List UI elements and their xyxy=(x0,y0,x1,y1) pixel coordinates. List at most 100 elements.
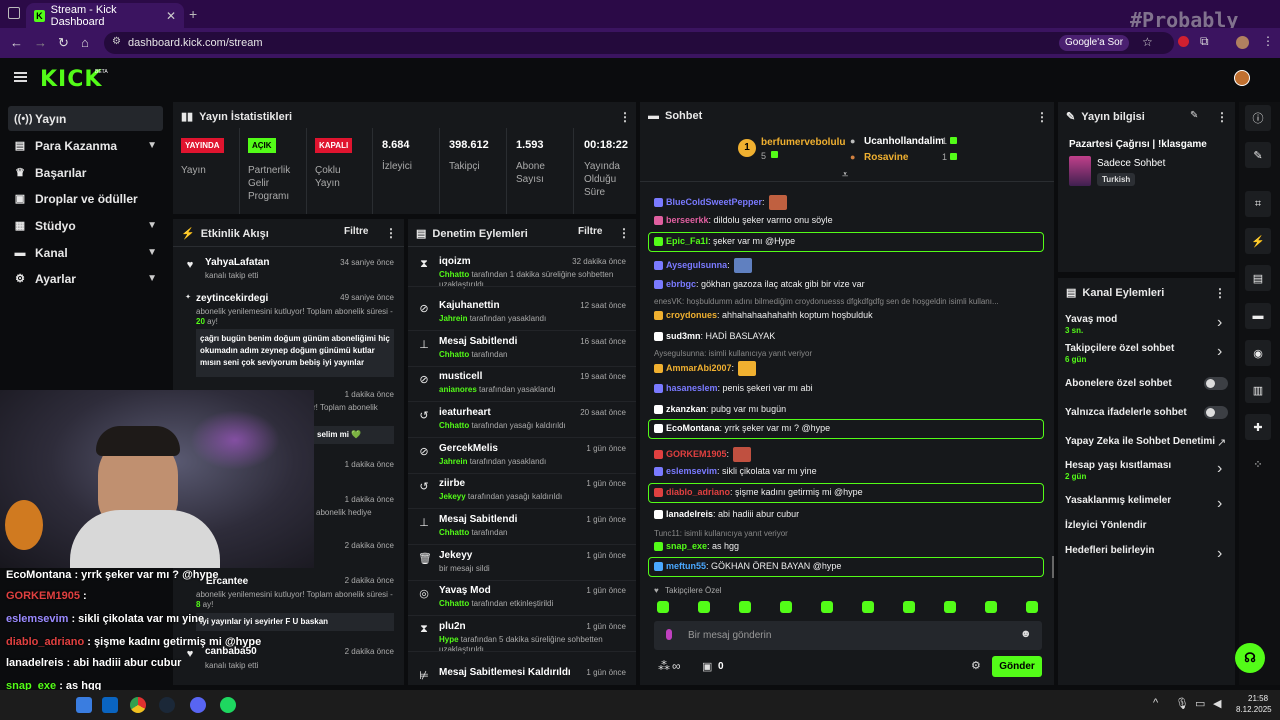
send-button[interactable]: Gönder xyxy=(992,656,1042,677)
chat-message[interactable]: GORKEM1905: xyxy=(654,447,752,462)
channel-action-label[interactable]: Yavaş mod xyxy=(1065,314,1117,325)
more-options-icon[interactable]: ⋮ xyxy=(1216,110,1228,124)
toggle-switch[interactable] xyxy=(1204,377,1228,390)
more-options-icon[interactable]: ⋮ xyxy=(1214,286,1226,300)
channel-action-label[interactable]: Hedefleri belirleyin xyxy=(1065,545,1154,556)
second-gifter-name[interactable]: Ucanhollandalim xyxy=(864,136,944,147)
more-options-icon[interactable]: ⋮ xyxy=(385,226,397,240)
chat-message[interactable]: ebrbgc: gökhan gazoza ilaç atcak gibi bi… xyxy=(654,279,865,290)
chat-input[interactable]: Bir mesaj gönderin ☻ xyxy=(654,621,1042,650)
windows-start-icon[interactable] xyxy=(76,697,92,713)
channel-action-label[interactable]: İzleyici Yönlendir xyxy=(1065,520,1147,531)
sidebar-item-studyo[interactable]: ▦ Stüdyo ▼ xyxy=(8,213,163,238)
chat-message[interactable]: sud3mn: HADİ BASLAYAK xyxy=(654,331,775,342)
chat-message[interactable]: eslemsevim: sikli çikolata var mı yine xyxy=(654,466,817,477)
chat-settings-icon[interactable]: ⚙ xyxy=(971,659,981,672)
moderation-item-title[interactable]: ieaturheart xyxy=(439,407,491,418)
sidebar-item-droplar[interactable]: ▣ Droplar ve ödüller xyxy=(8,186,163,211)
emote-button[interactable] xyxy=(862,601,874,613)
chat-username[interactable]: snap_exe xyxy=(666,541,707,551)
chat-message[interactable]: EcoMontana: yrrk şeker var mı ? @hype xyxy=(654,423,830,434)
emote-button[interactable] xyxy=(739,601,751,613)
chrome-icon[interactable] xyxy=(130,697,146,713)
sidebar-item-ayarlar[interactable]: ⚙ Ayarlar ▼ xyxy=(8,266,163,291)
profile-avatar[interactable] xyxy=(1236,36,1249,49)
bookmark-star-icon[interactable]: ☆ xyxy=(1142,35,1153,49)
chat-icon[interactable]: ▬ xyxy=(1245,303,1271,329)
emote-button[interactable] xyxy=(698,601,710,613)
chat-message[interactable]: zkanzkan: pubg var mı bugün xyxy=(654,404,786,415)
chat-message[interactable]: Aysegulsunna: xyxy=(654,258,752,273)
channel-action-label[interactable]: Yalnızca ifadelerle sohbet xyxy=(1065,407,1187,418)
channel-action-label[interactable]: Abonelere özel sohbet xyxy=(1065,378,1172,389)
close-tab-icon[interactable]: ✕ xyxy=(166,9,176,23)
forward-icon[interactable]: → xyxy=(34,35,47,50)
chat-scrollbar[interactable] xyxy=(1052,556,1054,578)
toggle-switch[interactable] xyxy=(1204,406,1228,419)
chat-username[interactable]: diablo_adriano xyxy=(666,487,730,497)
more-options-icon[interactable]: ⋮ xyxy=(618,226,630,240)
category-name[interactable]: Sadece Sohbet xyxy=(1097,158,1165,169)
emote-button[interactable] xyxy=(944,601,956,613)
microphone-icon[interactable] xyxy=(666,629,672,640)
outlook-icon[interactable] xyxy=(102,697,118,713)
emoji-icon[interactable]: ☻ xyxy=(1020,628,1032,640)
chat-username[interactable]: berseerkk xyxy=(666,215,709,225)
kick-logo[interactable]: KICK xyxy=(40,67,102,92)
reply-context[interactable]: Tunc11: isimli kullanıcıya yanıt veriyor xyxy=(654,529,788,538)
moderation-filter-button[interactable]: Filtre xyxy=(578,226,602,237)
channel-action-label[interactable]: Takipçilere özel sohbet xyxy=(1065,343,1174,354)
moderation-item-title[interactable]: plu2n xyxy=(439,621,466,632)
apps-icon[interactable]: ⁘ xyxy=(1245,451,1271,477)
edit-icon[interactable]: ✎ xyxy=(1190,110,1198,121)
category-thumbnail[interactable] xyxy=(1069,156,1091,186)
chat-username[interactable]: GORKEM1905 xyxy=(666,449,727,459)
new-tab-icon[interactable]: + xyxy=(189,6,197,22)
chat-message[interactable]: hasaneslem: penis şekeri var mı abi xyxy=(654,383,813,394)
chat-message[interactable]: lanadelreis: abi hadiii abur cubur xyxy=(654,509,799,520)
site-info-icon[interactable]: ⚙ xyxy=(112,36,121,47)
moderation-item-title[interactable]: iqoizm xyxy=(439,256,471,267)
reply-context[interactable]: Aysegulsunna: isimli kullanıcıya yanıt v… xyxy=(654,349,812,358)
moderation-item-title[interactable]: ziirbe xyxy=(439,478,465,489)
chat-message[interactable]: snap_exe: as hgg xyxy=(654,541,739,552)
browser-tab[interactable]: K Stream - Kick Dashboard ✕ xyxy=(26,3,184,28)
chevron-right-icon[interactable]: › xyxy=(1217,545,1222,563)
channel-action-label[interactable]: Hesap yaşı kısıtlaması xyxy=(1065,460,1171,471)
chat-message[interactable]: meftun55: GÖKHAN ÖREN BAYAN @hype xyxy=(654,561,841,572)
sidebar-item-kanal[interactable]: ▬ Kanal ▼ xyxy=(8,240,163,265)
chat-username[interactable]: Aysegulsunna xyxy=(666,260,727,270)
channel-action-label[interactable]: Yapay Zeka ile Sohbet Denetimi xyxy=(1065,436,1215,447)
sidebar-item-basarilar[interactable]: ♛ Başarılar xyxy=(8,160,163,185)
spotify-icon[interactable] xyxy=(220,697,236,713)
more-options-icon[interactable]: ⋮ xyxy=(619,110,631,124)
home-icon[interactable]: ⌂ xyxy=(81,35,89,50)
extension-icon[interactable] xyxy=(1178,36,1189,47)
crop-icon[interactable]: ⌗ xyxy=(1245,191,1271,217)
emote-button[interactable] xyxy=(657,601,669,613)
broadcast-icon[interactable]: ◉ xyxy=(1245,340,1271,366)
chat-username[interactable]: meftun55 xyxy=(666,561,706,571)
chat-message[interactable]: BlueColdSweetPepper: xyxy=(654,195,787,210)
emote-button[interactable] xyxy=(1026,601,1038,613)
chat-username[interactable]: hasaneslem xyxy=(666,383,718,393)
gift-box-icon[interactable]: ▣ xyxy=(702,660,712,673)
chat-message[interactable]: diablo_adriano: şişme kadını getirmiş mi… xyxy=(654,487,863,498)
more-options-icon[interactable]: ⋮ xyxy=(1036,110,1048,124)
channel-action-label[interactable]: Yasaklanmış kelimeler xyxy=(1065,495,1171,506)
chevron-right-icon[interactable]: › xyxy=(1217,343,1222,361)
moderation-item-title[interactable]: Mesaj Sabitlendi xyxy=(439,336,517,347)
lightning-icon[interactable]: ⚡ xyxy=(1245,228,1271,254)
chat-message[interactable]: berseerkk: dildolu şeker varmo onu söyle xyxy=(654,215,833,226)
chevron-right-icon[interactable]: › xyxy=(1217,460,1222,478)
pencil-icon[interactable]: ✎ xyxy=(1245,142,1271,168)
document-icon[interactable]: ▤ xyxy=(1245,265,1271,291)
tab-search-icon[interactable] xyxy=(8,7,20,19)
wrench-icon[interactable]: ✚ xyxy=(1245,414,1271,440)
chevron-right-icon[interactable]: › xyxy=(1217,314,1222,332)
moderation-item-title[interactable]: Mesaj Sabitlendi xyxy=(439,514,517,525)
emote-button[interactable] xyxy=(903,601,915,613)
hamburger-menu-icon[interactable] xyxy=(14,72,27,82)
tray-chevron-icon[interactable]: ^ xyxy=(1153,697,1158,709)
chat-username[interactable]: AmmarAbi2007 xyxy=(666,363,732,373)
